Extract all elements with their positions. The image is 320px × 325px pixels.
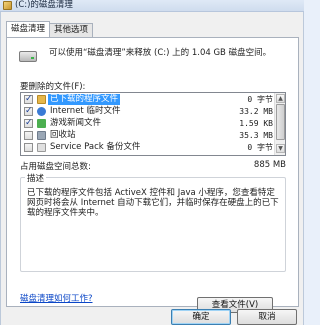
file-size: 0 字节: [247, 143, 273, 152]
list-item[interactable]: 回收站 35.3 MB: [21, 130, 275, 141]
scroll-down-icon[interactable]: ▼: [276, 144, 285, 153]
file-size: 0 字节: [247, 95, 273, 104]
scroll-up-icon[interactable]: ▲: [276, 94, 285, 103]
game-icon: [37, 119, 46, 128]
space-value: 885 MB: [253, 160, 286, 170]
description-text: 已下载的程序文件包括 ActiveX 控件和 Java 小程序，您查看特定网页时…: [27, 188, 279, 218]
file-size: 1.59 KB: [239, 119, 273, 128]
help-link[interactable]: 磁盘清理如何工作?: [20, 292, 93, 304]
scroll-thumb[interactable]: [276, 104, 285, 140]
tab-bar: 磁盘清理 其他选项: [6, 21, 94, 37]
file-size: 35.3 MB: [239, 131, 273, 140]
drive-icon: [19, 51, 37, 62]
list-item[interactable]: Service Pack 备份文件 0 字节: [21, 142, 275, 153]
files-to-delete-label: 要删除的文件(F):: [20, 82, 86, 92]
checkbox[interactable]: [24, 94, 33, 105]
intro-text: 可以使用“磁盘清理”来释放 (C:) 上的 1.04 GB 磁盘空间。: [49, 48, 272, 58]
files-list[interactable]: 已下载的程序文件 0 字节 Internet 临时文件 33.2 MB 游戏新闻…: [20, 92, 286, 156]
space-row: 占用磁盘空间总数: 885 MB: [20, 160, 286, 172]
dialog-body: 磁盘清理 其他选项 可以使用“磁盘清理”来释放 (C:) 上的 1.04 GB …: [0, 12, 304, 325]
cancel-button[interactable]: 取消: [237, 309, 297, 325]
list-item[interactable]: 已下载的程序文件 0 字节: [21, 94, 275, 105]
list-scrollbar[interactable]: ▲ ▼: [274, 93, 285, 155]
checkbox[interactable]: [24, 131, 33, 140]
file-name: 已下载的程序文件: [48, 94, 121, 105]
file-name: Internet 临时文件: [50, 106, 121, 116]
checkbox[interactable]: [24, 143, 33, 152]
tab-more-options[interactable]: 其他选项: [49, 23, 94, 37]
description-title: 描述: [25, 172, 47, 184]
list-item[interactable]: Internet 临时文件 33.2 MB: [21, 106, 275, 117]
space-label: 占用磁盘空间总数:: [20, 162, 91, 172]
file-name: Service Pack 备份文件: [50, 142, 141, 152]
file-size: 33.2 MB: [239, 107, 273, 116]
checkbox[interactable]: [24, 118, 33, 129]
tab-disk-cleanup[interactable]: 磁盘清理: [6, 21, 51, 37]
ok-button[interactable]: 确定: [171, 309, 231, 325]
file-icon: [37, 143, 46, 152]
window-title: (C:)的磁盘清理: [15, 0, 73, 10]
file-name: 回收站: [50, 130, 76, 140]
checkbox[interactable]: [24, 106, 33, 117]
list-item[interactable]: 游戏新闻文件 1.59 KB: [21, 118, 275, 129]
folder-icon: [37, 95, 46, 104]
recycle-bin-icon: [37, 131, 46, 140]
tab-panel: 可以使用“磁盘清理”来释放 (C:) 上的 1.04 GB 磁盘空间。 要删除的…: [6, 37, 299, 313]
description-group: 描述 已下载的程序文件包括 ActiveX 控件和 Java 小程序，您查看特定…: [20, 172, 286, 313]
title-bar: (C:)的磁盘清理: [0, 0, 304, 12]
file-name: 游戏新闻文件: [50, 118, 102, 128]
internet-icon: [37, 107, 46, 116]
disk-cleanup-icon: [3, 1, 12, 10]
